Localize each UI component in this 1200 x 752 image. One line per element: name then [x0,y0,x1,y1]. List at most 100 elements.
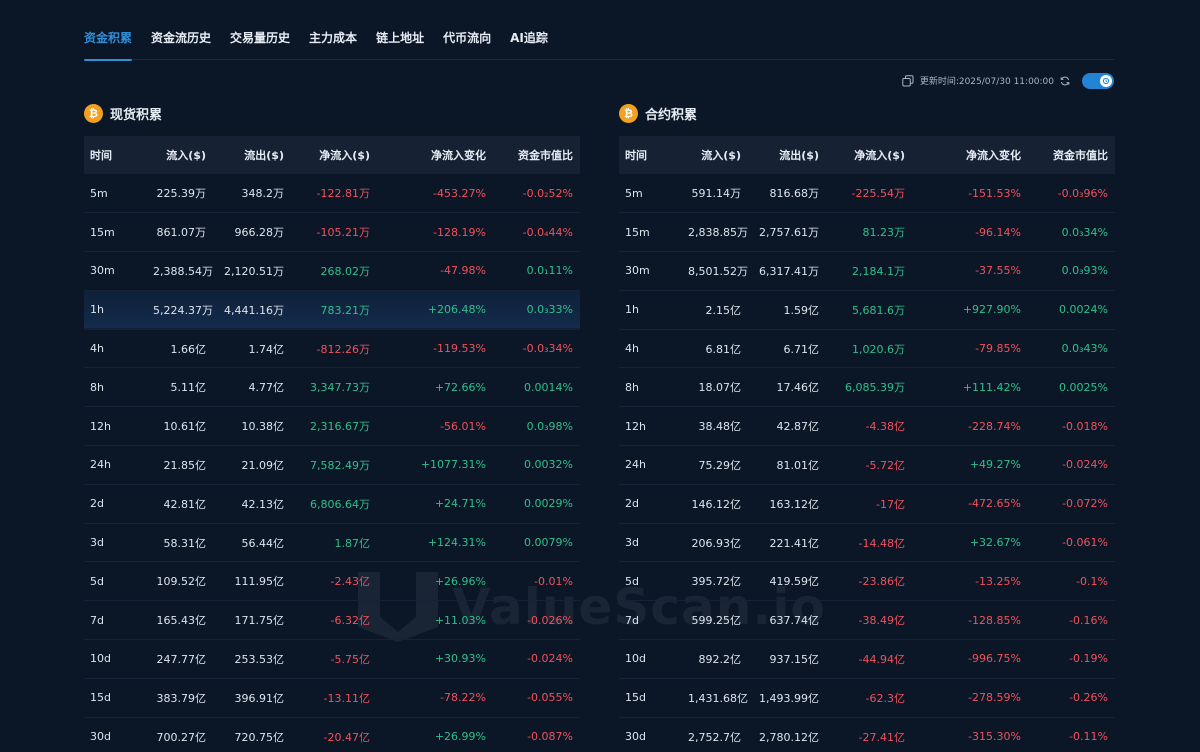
tab-ai-tracking[interactable]: AI追踪 [510,0,548,60]
toggle-knob-icon [1100,74,1112,87]
cell-net-inflow: -27.41亿 [858,730,905,744]
tab-main-cost[interactable]: 主力成本 [309,0,357,60]
cell-net-inflow-change: -453.27% [433,186,486,200]
cell-cap-ratio: -0.055% [527,691,573,705]
cell-inflow: 165.43亿 [156,614,207,628]
cell-outflow: 171.75亿 [234,614,285,628]
table-row[interactable]: 30d 2,752.7亿 2,780.12亿 -27.41亿 -315.30% -0.11… [619,717,1115,752]
table-row[interactable]: 15m 861.07万 966.28万 -105.21万 -128.19% -0.0₄44… [84,213,580,252]
table-row[interactable]: 10d 247.77亿 253.53亿 -5.75亿 +30.93% -0.024% [84,640,580,679]
table-row[interactable]: 5d 395.72亿 419.59亿 -23.86亿 -13.25% -0.1% [619,562,1115,601]
table-row[interactable]: 7d 165.43亿 171.75亿 -6.32亿 +11.03% -0.026% [84,601,580,640]
cell-time: 1h [90,303,104,317]
table-row[interactable]: 5d 109.52亿 111.95亿 -2.43亿 +26.96% -0.01% [84,562,580,601]
table-row[interactable]: 7d 599.25亿 637.74亿 -38.49亿 -128.85% -0.16% [619,601,1115,640]
cell-inflow: 38.48亿 [698,420,742,434]
cell-net-inflow-change: +32.67% [969,536,1021,550]
cell-net-inflow: -122.81万 [316,187,370,201]
table-row[interactable]: 24h 75.29亿 81.01亿 -5.72亿 +49.27% -0.024% [619,446,1115,485]
table-row[interactable]: 4h 1.66亿 1.74亿 -812.26万 -119.53% -0.0₃34% [84,329,580,368]
cell-time: 5m [90,186,108,200]
table-row[interactable]: 24h 21.85亿 21.09亿 7,582.49万 +1077.31% 0.0032% [84,446,580,485]
cell-time: 7d [90,613,104,627]
table-row[interactable]: 3d 58.31亿 56.44亿 1.87亿 +124.31% 0.0079% [84,523,580,562]
refresh-icon[interactable] [1060,76,1070,86]
cell-outflow: 42.13亿 [241,497,285,511]
cell-cap-ratio: -0.072% [1062,497,1108,511]
cell-net-inflow-change: +24.71% [434,497,486,511]
tab-volume-history[interactable]: 交易量历史 [230,0,290,60]
cell-time: 5d [625,574,639,588]
table-row[interactable]: 30d 700.27亿 720.75亿 -20.47亿 +26.99% -0.087% [84,717,580,752]
table-row[interactable]: 2d 42.81亿 42.13亿 6,806.64万 +24.71% 0.0029% [84,484,580,524]
cell-outflow: 937.15亿 [769,652,820,666]
table-row[interactable]: 4h 6.81亿 6.71亿 1,020.6万 -79.85% 0.0₃43% [619,329,1115,368]
cell-outflow: 348.2万 [241,187,285,201]
cell-net-inflow-change: +26.96% [434,574,486,588]
futures-header-outflow: 流出($) [779,149,819,162]
futures-header-time: 时间 [625,149,647,162]
cell-inflow: 206.93亿 [691,536,742,550]
copy-icon[interactable] [902,74,914,87]
table-row[interactable]: 12h 38.48亿 42.87亿 -4.38亿 -228.74% -0.018% [619,407,1115,446]
table-row[interactable]: 8h 18.07亿 17.46亿 6,085.39万 +111.42% 0.0025% [619,368,1115,407]
cell-outflow: 419.59亿 [769,575,820,589]
bitcoin-icon: ₿ [619,103,638,123]
cell-time: 4h [625,342,639,356]
table-row[interactable]: 3d 206.93亿 221.41亿 -14.48亿 +32.67% -0.061% [619,523,1115,562]
cell-inflow: 2.15亿 [705,303,742,317]
table-row[interactable]: 15m 2,838.85万 2,757.61万 81.23万 -96.14% 0.0₃34… [619,213,1115,252]
cell-cap-ratio: 0.0024% [1059,303,1108,317]
futures-tbody: 5m 591.14万 816.68万 -225.54万 -151.53% -0.0₃96%… [619,174,1115,752]
cell-inflow: 591.14万 [691,187,742,201]
cell-net-inflow-change: -128.19% [433,225,486,239]
futures-header-row: 时间 流入($) 流出($) 净流入($) 净流入变化 资金市值比 [619,136,1115,174]
table-row[interactable]: 5m 591.14万 816.68万 -225.54万 -151.53% -0.0₃96% [619,174,1115,213]
futures-title: ₿ 合约积累 [619,102,1115,124]
cell-time: 12h [90,419,111,433]
cell-net-inflow-change: +927.90% [962,303,1021,317]
cell-outflow: 10.38亿 [241,420,285,434]
tab-onchain-address[interactable]: 链上地址 [376,0,424,60]
cell-time: 24h [625,458,646,472]
cell-net-inflow-change: -47.98% [440,264,486,278]
tab-token-flow[interactable]: 代币流向 [443,0,491,60]
cell-cap-ratio: 0.0029% [524,497,573,511]
cell-net-inflow-change: +30.93% [434,652,486,666]
cell-outflow: 720.75亿 [234,730,285,744]
cell-net-inflow: 1,020.6万 [852,342,905,356]
cell-net-inflow-change: +124.31% [427,536,486,550]
table-row[interactable]: 15d 1,431.68亿 1,493.99亿 -62.3亿 -278.59% -0.26… [619,678,1115,718]
cell-time: 15d [90,691,111,705]
cell-inflow: 5.11亿 [170,381,207,395]
cell-time: 4h [90,342,104,356]
cell-net-inflow: -4.38亿 [865,420,905,434]
table-row[interactable]: 30m 2,388.54万 2,120.51万 268.02万 -47.98% 0.0₁1… [84,252,580,291]
table-row[interactable]: 15d 383.79亿 396.91亿 -13.11亿 -78.22% -0.055% [84,678,580,718]
table-row[interactable]: 10d 892.2亿 937.15亿 -44.94亿 -996.75% -0.19% [619,640,1115,679]
cell-net-inflow: 2,184.1万 [852,264,905,278]
cell-inflow: 700.27亿 [156,730,207,744]
cell-time: 7d [625,613,639,627]
futures-header-net-inflow: 净流入($) [854,149,905,162]
cell-cap-ratio: 0.0₃93% [1061,264,1108,278]
cell-inflow: 21.85亿 [163,458,207,472]
table-row[interactable]: 30m 8,501.52万 6,317.41万 2,184.1万 -37.55% 0.0₃… [619,252,1115,291]
table-row[interactable]: 1h 5,224.37万 4,441.16万 783.21万 +206.48% 0.0₃3… [84,290,580,330]
table-row[interactable]: 12h 10.61亿 10.38亿 2,316.67万 -56.01% 0.0₃98% [84,407,580,446]
cell-inflow: 395.72亿 [691,575,742,589]
cell-time: 15m [625,225,650,239]
table-row[interactable]: 5m 225.39万 348.2万 -122.81万 -453.27% -0.0₂52% [84,174,580,213]
tab-accumulation[interactable]: 资金积累 [84,0,133,61]
table-row[interactable]: 2d 146.12亿 163.12亿 -17亿 -472.65% -0.072% [619,484,1115,524]
auto-refresh-toggle[interactable] [1082,72,1114,89]
cell-outflow: 163.12亿 [769,497,820,511]
table-row[interactable]: 8h 5.11亿 4.77亿 3,347.73万 +72.66% 0.0014% [84,368,580,407]
spot-header-inflow: 流入($) [166,149,206,162]
cell-outflow: 966.28万 [234,226,285,240]
cell-net-inflow-change: -13.25% [975,574,1021,588]
tab-fund-flow-history[interactable]: 资金流历史 [151,0,211,60]
cell-inflow: 6.81亿 [705,342,742,356]
table-row[interactable]: 1h 2.15亿 1.59亿 5,681.6万 +927.90% 0.0024% [619,290,1115,330]
cell-inflow: 1.66亿 [170,342,207,356]
